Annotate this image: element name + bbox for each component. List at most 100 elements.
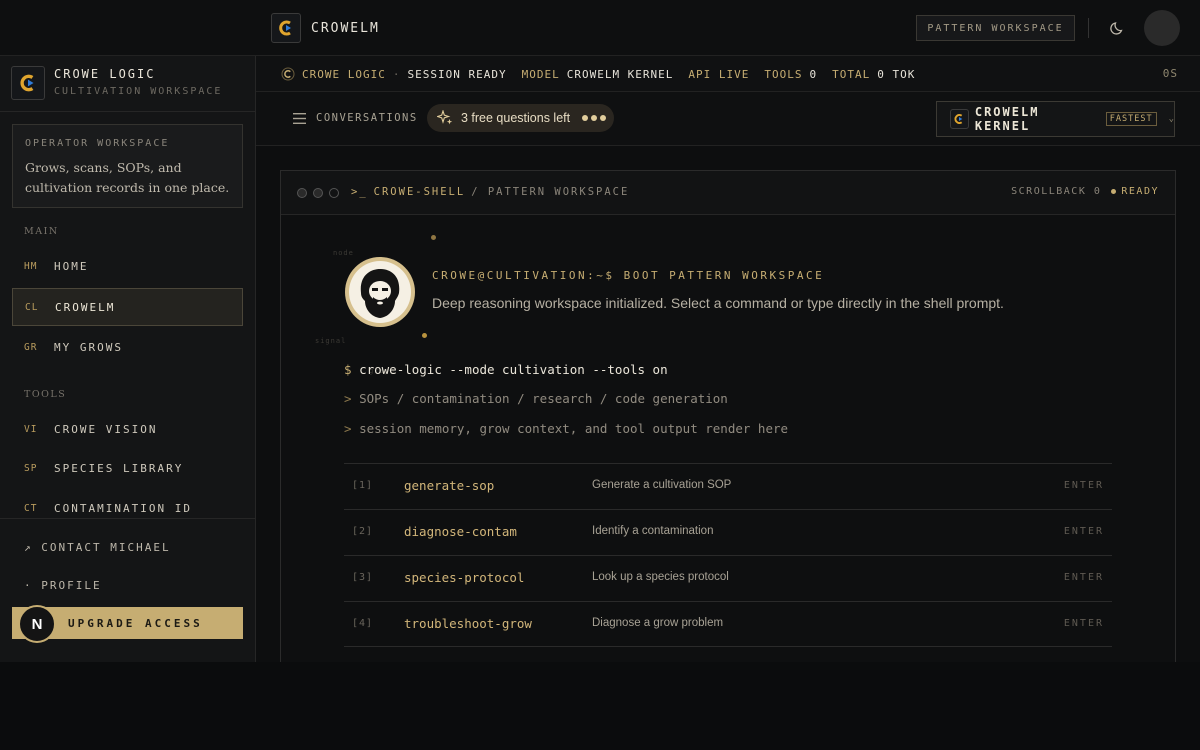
- questions-remaining-dots: [582, 115, 607, 121]
- crowe-logo-icon: [11, 66, 45, 100]
- nav-code: HM: [24, 260, 38, 272]
- conversations-button[interactable]: CONVERSATIONS: [293, 112, 418, 124]
- command-description: Diagnose a grow problem: [592, 617, 724, 629]
- window-controls: [297, 188, 339, 198]
- menu-icon: [293, 112, 306, 124]
- command-row-species-protocol[interactable]: [3] species-protocol Look up a species p…: [344, 555, 1112, 601]
- ready-dot: [1111, 189, 1117, 194]
- user-avatar[interactable]: [1144, 10, 1180, 46]
- sidebar-item-crowelm[interactable]: CL CROWELM: [12, 288, 243, 326]
- shell-title-rest: / PATTERN WORKSPACE: [471, 186, 630, 198]
- nav-label: CROWE VISION: [54, 422, 158, 436]
- elapsed-time: 0S: [1162, 67, 1178, 80]
- enter-hint: ENTER: [1063, 618, 1104, 629]
- page-background: [0, 662, 1200, 750]
- section-label-tools: TOOLS: [24, 389, 67, 400]
- total-label: TOTAL: [832, 67, 871, 81]
- enter-hint: ENTER: [1063, 480, 1104, 491]
- decorative-dot: [431, 235, 436, 240]
- window-dot[interactable]: [297, 188, 307, 198]
- nav-code: VI: [24, 423, 38, 435]
- nav-label: CONTAMINATION ID: [54, 501, 192, 515]
- command-name: troubleshoot-grow: [404, 616, 532, 631]
- status-brand: CROWE LOGIC: [302, 67, 386, 81]
- status-separator: ·: [392, 67, 401, 81]
- total-value: 0 TOK: [877, 67, 916, 81]
- nav-code: CL: [25, 301, 39, 313]
- command-row-generate-sop[interactable]: [1] generate-sop Generate a cultivation …: [344, 463, 1112, 509]
- bearded-face-icon: [360, 269, 400, 318]
- boot-description: Deep reasoning workspace initialized. Se…: [432, 295, 1004, 311]
- scrollback-count: SCROLLBACK 0: [1011, 186, 1102, 197]
- contact-link[interactable]: ↗ CONTACT MICHAEL: [24, 541, 171, 554]
- moon-icon[interactable]: [1109, 19, 1127, 37]
- crowe-c-icon: [281, 67, 295, 81]
- sidebar-subtitle: CULTIVATION WORKSPACE: [54, 86, 223, 97]
- brand[interactable]: CROWELM: [271, 13, 380, 43]
- sidebar-item-crowe-vision[interactable]: VI CROWE VISION: [12, 410, 243, 448]
- model-name: CROWELM KERNEL: [974, 105, 1040, 133]
- shell-output-text: SOPs / contamination / research / code g…: [359, 391, 728, 406]
- decorative-dot: [422, 333, 427, 338]
- shell-output-text: session memory, grow context, and tool o…: [359, 421, 789, 436]
- shell-title: >_ CROWE-SHELL / PATTERN WORKSPACE: [351, 186, 629, 198]
- command-name: diagnose-contam: [404, 524, 517, 539]
- n-badge[interactable]: N: [18, 605, 56, 643]
- free-questions-pill[interactable]: 3 free questions left: [427, 104, 614, 132]
- divider: [1088, 18, 1089, 38]
- model-tag: FASTEST: [1105, 112, 1157, 126]
- tools-label: TOOLS: [764, 67, 803, 81]
- operator-description: Grows, scans, SOPs, and cultivation reco…: [25, 160, 230, 195]
- shell-output-line: > SOPs / contamination / research / code…: [344, 391, 728, 406]
- boot-command-line: CROWE@CULTIVATION:~$ BOOT PATTERN WORKSP…: [432, 269, 825, 282]
- enter-hint: ENTER: [1063, 572, 1104, 583]
- shell-window: >_ CROWE-SHELL / PATTERN WORKSPACE SCROL…: [280, 170, 1176, 662]
- sidebar-item-home[interactable]: HM HOME: [12, 247, 243, 285]
- window-dot[interactable]: [313, 188, 323, 198]
- command-name: species-protocol: [404, 570, 525, 585]
- pattern-workspace-button[interactable]: PATTERN WORKSPACE: [916, 15, 1075, 41]
- conversations-label: CONVERSATIONS: [316, 112, 418, 124]
- crowe-logo-icon: [271, 13, 301, 43]
- free-questions-text: 3 free questions left: [461, 111, 571, 125]
- main-panel: >_ CROWE-SHELL / PATTERN WORKSPACE SCROL…: [256, 146, 1200, 662]
- nav-code: GR: [24, 341, 38, 353]
- conversations-bar: CONVERSATIONS 3 free questions left CROW…: [256, 92, 1200, 146]
- sidebar-item-my-grows[interactable]: GR MY GROWS: [12, 328, 243, 366]
- command-description: Identify a contamination: [592, 525, 714, 537]
- upgrade-label: UPGRADE ACCESS: [68, 616, 203, 630]
- shell-title-main: CROWE-SHELL: [373, 186, 466, 198]
- ready-label: READY: [1121, 186, 1159, 197]
- crowe-portrait-avatar: [345, 257, 415, 327]
- nav-label: SPECIES LIBRARY: [54, 461, 184, 475]
- command-row-diagnose-contam[interactable]: [2] diagnose-contam Identify a contamina…: [344, 509, 1112, 555]
- tools-value: 0: [809, 67, 818, 81]
- session-status: SESSION READY: [407, 67, 507, 81]
- shell-status: SCROLLBACK 0 READY: [1011, 186, 1159, 197]
- command-index: [4]: [352, 618, 374, 629]
- operator-card: OPERATOR WORKSPACE Grows, scans, SOPs, a…: [12, 124, 243, 208]
- model-selector[interactable]: CROWELM KERNEL FASTEST ⌄: [936, 101, 1175, 137]
- nav-label: CROWELM: [55, 300, 116, 314]
- model-label: MODEL: [521, 67, 560, 81]
- command-row-troubleshoot-grow[interactable]: [4] troubleshoot-grow Diagnose a grow pr…: [344, 601, 1112, 647]
- command-name: generate-sop: [404, 478, 495, 493]
- sidebar-title: CROWE LOGIC: [54, 67, 156, 81]
- sidebar-item-species-library[interactable]: SP SPECIES LIBRARY: [12, 449, 243, 487]
- decorative-label: signal: [315, 337, 347, 345]
- model-value: CROWELM KERNEL: [566, 67, 674, 81]
- command-description: Look up a species protocol: [592, 571, 729, 583]
- top-bar: CROWELM PATTERN WORKSPACE: [0, 0, 1200, 56]
- ready-status: READY: [1111, 186, 1159, 197]
- terminal-icon: >_: [351, 186, 368, 198]
- sparkle-icon: [437, 110, 453, 125]
- sidebar: CROWE LOGIC CULTIVATION WORKSPACE OPERAT…: [0, 56, 256, 662]
- chevron-down-icon: ⌄: [1168, 114, 1174, 124]
- window-dot[interactable]: [329, 188, 339, 198]
- profile-link[interactable]: · PROFILE: [24, 579, 102, 592]
- api-status: API LIVE: [688, 67, 750, 81]
- command-list: [1] generate-sop Generate a cultivation …: [344, 463, 1112, 647]
- enter-hint: ENTER: [1063, 526, 1104, 537]
- output-prefix: >: [344, 421, 352, 436]
- section-label-main: MAIN: [24, 226, 59, 237]
